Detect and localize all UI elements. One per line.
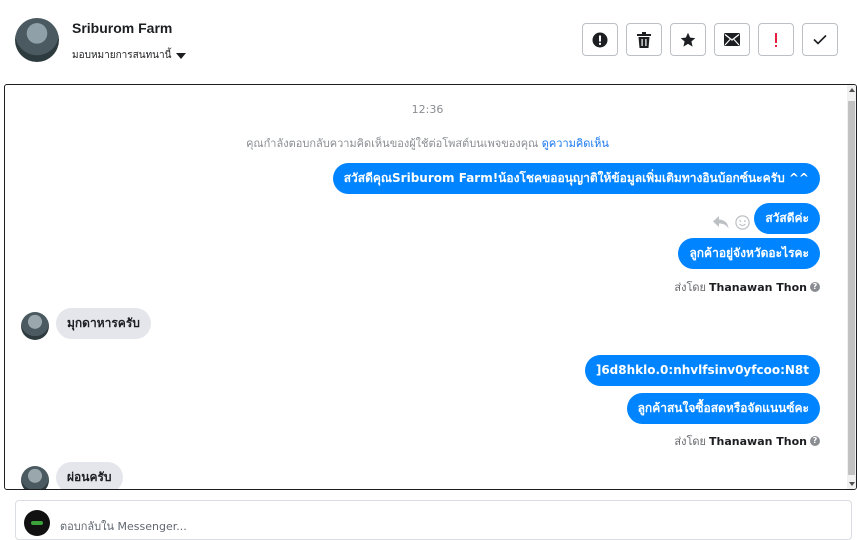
contact-avatar-small[interactable] [21, 312, 49, 340]
message-bubble-incoming[interactable]: ผ่อนครับ [56, 462, 123, 489]
contact-name[interactable]: Sriburom Farm [72, 20, 172, 36]
mark-unread-button[interactable] [714, 23, 750, 56]
scroll-up-arrow-icon[interactable] [849, 88, 855, 92]
scrollbar-thumb[interactable] [848, 101, 855, 475]
emoji-icon[interactable] [735, 215, 750, 230]
follow-up-button[interactable] [758, 23, 794, 56]
info-icon[interactable]: ? [810, 436, 820, 446]
message-bubble-outgoing[interactable]: ลูกค้าอยู่จังหวัดอะไรคะ [678, 238, 820, 269]
alert-circle-icon [592, 32, 608, 47]
trash-icon [637, 31, 651, 48]
comment-reply-notice: คุณกำลังตอบกลับความคิดเห็นของผู้ใช้ต่อโพ… [5, 134, 850, 152]
delete-button[interactable] [626, 23, 662, 56]
sent-by-label: ส่งโดย Thanawan Thon ? [674, 278, 820, 296]
reply-icon[interactable] [713, 216, 729, 229]
sent-by-prefix: ส่งโดย [674, 435, 707, 448]
info-icon[interactable]: ? [810, 282, 820, 292]
conversation-header: Sriburom Farm มอบหมายการสนทนานี้ [0, 0, 857, 84]
reply-composer[interactable]: ตอบกลับใน Messenger... [15, 500, 852, 540]
message-timestamp: 12:36 [411, 103, 444, 116]
message-bubble-outgoing[interactable]: ลูกค้าสนใจซื้อสดหรือจัดแนนซ์คะ [626, 393, 820, 424]
assign-label: มอบหมายการสนทนานี้ [72, 50, 172, 61]
sent-by-name: Thanawan Thon [709, 434, 807, 448]
page-avatar [24, 510, 50, 536]
sent-by-name: Thanawan Thon [709, 280, 807, 294]
reply-input-placeholder[interactable]: ตอบกลับใน Messenger... [60, 517, 187, 535]
sent-by-prefix: ส่งโดย [674, 281, 707, 294]
mark-spam-button[interactable] [582, 23, 618, 56]
sent-by-label: ส่งโดย Thanawan Thon ? [674, 432, 820, 450]
message-bubble-outgoing[interactable]: สวัสดีคุณSriburom Farm!น้องโชคขออนุญาติใ… [332, 163, 820, 194]
caret-down-icon [176, 52, 187, 59]
view-comment-link[interactable]: ดูความคิดเห็น [542, 137, 609, 150]
conversation-toolbar [582, 23, 838, 56]
check-icon [813, 34, 827, 45]
message-bubble-outgoing[interactable]: สวัสดีค่ะ [754, 203, 820, 234]
message-bubble-incoming[interactable]: มุกดาหารครับ [56, 308, 151, 339]
notice-text: คุณกำลังตอบกลับความคิดเห็นของผู้ใช้ต่อโพ… [246, 137, 539, 150]
conversation-panel: 12:36 คุณกำลังตอบกลับความคิดเห็นของผู้ใช… [4, 84, 857, 490]
contact-avatar[interactable] [15, 18, 59, 62]
scroll-down-arrow-icon[interactable] [849, 482, 855, 486]
exclamation-icon [775, 32, 777, 47]
message-bubble-outgoing[interactable]: ]6d8hklo.0:nhvlfsinv0yfcoo:N8t [584, 355, 820, 386]
message-actions [713, 215, 750, 230]
star-button[interactable] [670, 23, 706, 56]
mark-done-button[interactable] [802, 23, 838, 56]
star-icon [680, 32, 696, 47]
envelope-icon [724, 33, 740, 46]
contact-avatar-small[interactable] [21, 466, 49, 489]
scrollbar[interactable] [847, 85, 856, 489]
assign-conversation-dropdown[interactable]: มอบหมายการสนทนานี้ [72, 48, 187, 63]
